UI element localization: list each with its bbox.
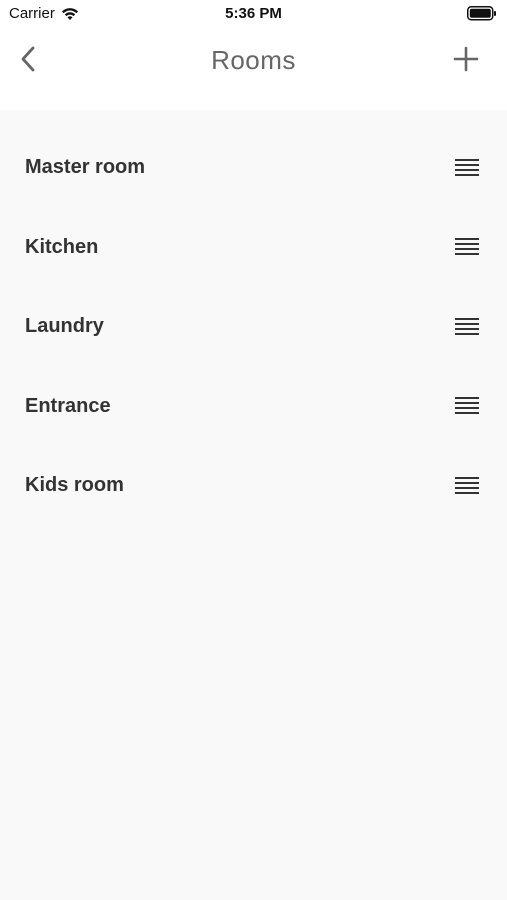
list-item[interactable]: Master room (0, 128, 507, 208)
status-bar: Carrier 5:36 PM (0, 0, 507, 28)
room-label: Master room (25, 156, 146, 179)
drag-handle-icon[interactable] (455, 317, 479, 337)
drag-handle-icon[interactable] (455, 158, 479, 178)
rooms-list: Master room Kitchen Laundry Entrance Kid… (0, 128, 507, 526)
list-item[interactable]: Entrance (0, 367, 507, 447)
room-label: Entrance (25, 394, 111, 417)
list-item[interactable]: Laundry (0, 287, 507, 367)
drag-handle-icon[interactable] (455, 237, 479, 257)
room-label: Laundry (25, 315, 104, 338)
list-item[interactable]: Kitchen (0, 208, 507, 288)
drag-handle-icon[interactable] (455, 396, 479, 416)
status-time: 5:36 PM (225, 5, 282, 22)
drag-handle-icon[interactable] (455, 476, 479, 496)
list-item[interactable]: Kids room (0, 446, 507, 526)
room-label: Kids room (25, 474, 124, 497)
add-room-button[interactable] (453, 46, 479, 72)
battery-icon (467, 6, 496, 21)
room-label: Kitchen (25, 235, 99, 258)
plus-icon (453, 46, 479, 72)
navigation-bar: Rooms (0, 28, 507, 110)
page-title: Rooms (211, 45, 296, 75)
